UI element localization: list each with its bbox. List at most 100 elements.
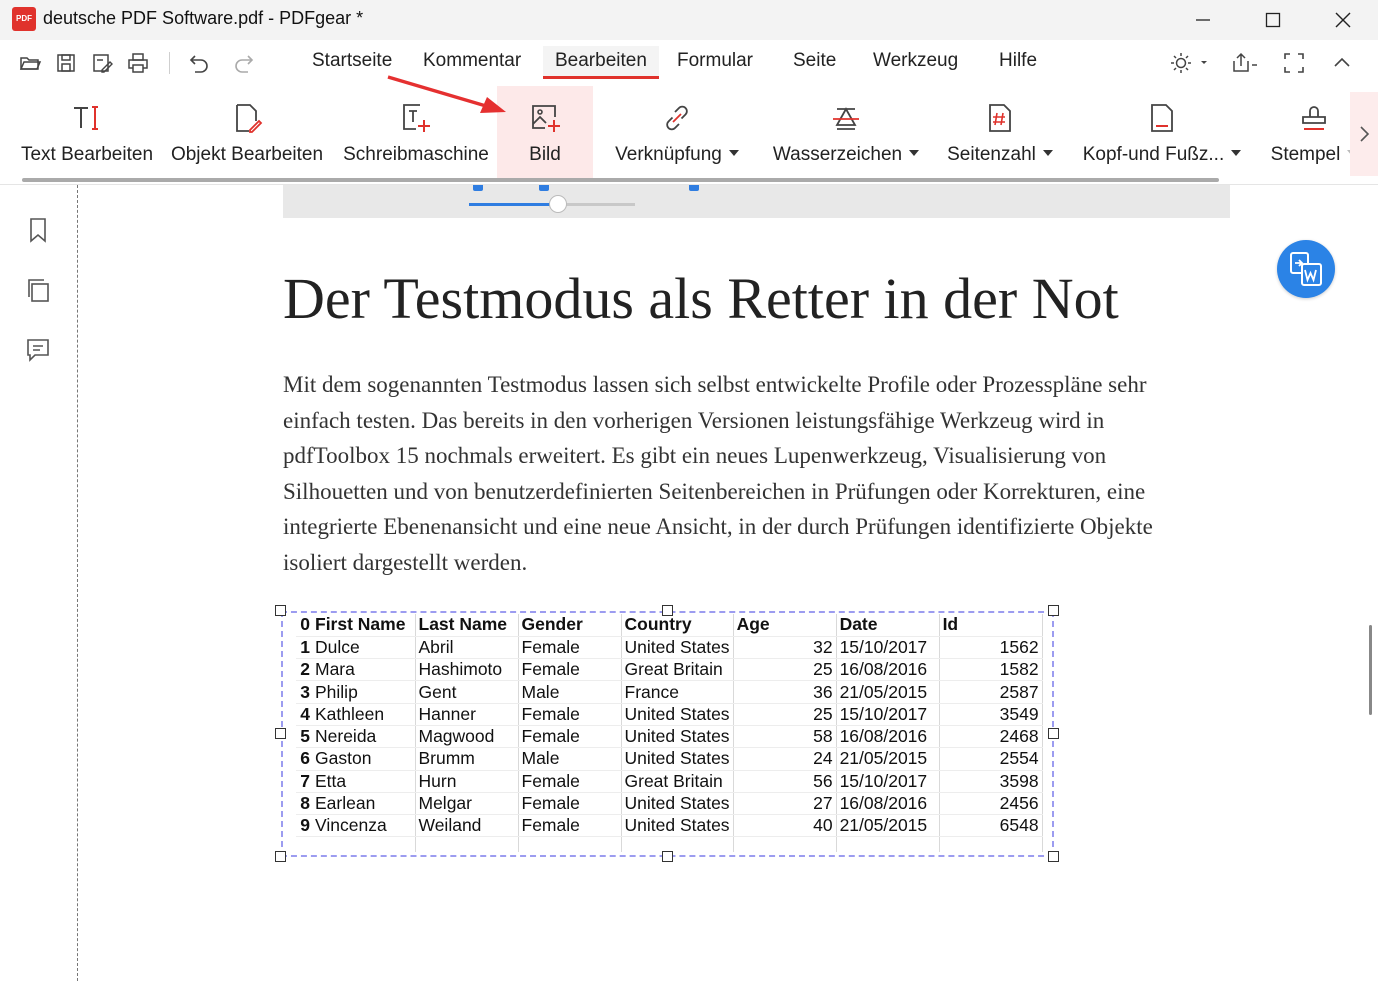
tab-hilfe[interactable]: Hilfe bbox=[999, 50, 1037, 72]
ribbon-scroll-right-button[interactable] bbox=[1350, 92, 1378, 176]
tab-kommentar[interactable]: Kommentar bbox=[423, 50, 521, 72]
table-cell: Female bbox=[518, 725, 622, 749]
text-edit-label: Text Bearbeiten bbox=[20, 144, 154, 165]
table-header-cell: Country bbox=[621, 614, 734, 637]
page-number-tool[interactable]: Seitenzahl bbox=[940, 86, 1060, 178]
page-number-icon bbox=[982, 100, 1018, 136]
link-tool[interactable]: Verknüpfung bbox=[602, 86, 752, 178]
redo-button[interactable] bbox=[231, 50, 257, 76]
table-cell: France bbox=[621, 680, 734, 704]
table-cell: 1582 bbox=[939, 658, 1043, 682]
table-cell: 2456 bbox=[939, 792, 1043, 816]
comments-panel-button[interactable] bbox=[24, 336, 52, 364]
slider-fill bbox=[469, 203, 557, 206]
resize-handle-bottom[interactable] bbox=[662, 851, 673, 862]
tab-bearbeiten[interactable]: Bearbeiten bbox=[555, 50, 647, 72]
object-edit-tool[interactable]: Objekt Bearbeiten bbox=[164, 86, 330, 178]
theme-button[interactable] bbox=[1167, 50, 1211, 76]
document-view[interactable]: Der Testmodus als Retter in der Not Mit … bbox=[79, 185, 1378, 981]
open-button[interactable] bbox=[17, 50, 43, 76]
bookmark-panel-button[interactable] bbox=[24, 216, 52, 244]
embedded-screenshot-fragment bbox=[283, 185, 1230, 218]
table-cell: 36 bbox=[733, 680, 837, 704]
convert-to-word-button[interactable] bbox=[1277, 240, 1335, 298]
table-header-cell: Id bbox=[939, 614, 1043, 637]
table-cell: 9 bbox=[296, 814, 312, 838]
table-cell: Weiland bbox=[415, 814, 519, 838]
table-header-cell: Date bbox=[836, 614, 940, 637]
save-icon bbox=[57, 54, 75, 72]
vertical-scrollbar[interactable] bbox=[1369, 625, 1372, 715]
table-cell: 7 bbox=[296, 770, 312, 793]
table-cell: 15/10/2017 bbox=[836, 636, 940, 660]
fullscreen-icon bbox=[1284, 53, 1304, 73]
ribbon-scrollbar[interactable] bbox=[22, 178, 1219, 182]
close-button[interactable] bbox=[1308, 0, 1378, 40]
chevron-down-icon bbox=[728, 149, 739, 156]
folder-open-icon bbox=[19, 57, 42, 70]
save-button[interactable] bbox=[53, 50, 79, 76]
table-cell: 3 bbox=[296, 680, 312, 704]
pdfgear-logo-icon: PDF bbox=[12, 7, 36, 31]
resize-handle-top[interactable] bbox=[662, 605, 673, 616]
pdf-to-word-icon bbox=[1290, 252, 1322, 286]
print-button[interactable] bbox=[125, 50, 151, 76]
table-header-cell: Gender bbox=[518, 614, 622, 637]
typewriter-tool[interactable]: Schreibmaschine bbox=[338, 86, 494, 178]
table-cell: 27 bbox=[733, 792, 837, 816]
table-cell: 16/08/2016 bbox=[836, 725, 940, 749]
sun-icon bbox=[1171, 53, 1207, 73]
slider-fragment bbox=[469, 195, 635, 213]
header-footer-icon bbox=[1144, 100, 1180, 136]
tab-formular[interactable]: Formular bbox=[677, 50, 753, 72]
table-image[interactable]: 0 First Name Last Name Gender Country Ag… bbox=[296, 614, 1053, 852]
table-cell: Female bbox=[518, 703, 622, 726]
watermark-tool[interactable]: Wasserzeichen bbox=[764, 86, 928, 178]
maximize-button[interactable] bbox=[1238, 0, 1308, 40]
table-cell: Brumm bbox=[415, 747, 519, 771]
watermark-label: Wasserzeichen bbox=[764, 144, 928, 166]
resize-handle-top-left[interactable] bbox=[275, 605, 286, 616]
tab-startseite[interactable]: Startseite bbox=[312, 50, 392, 72]
table-cell: 5 bbox=[296, 725, 312, 749]
table-cell: Mara bbox=[312, 658, 416, 682]
save-as-button[interactable] bbox=[89, 50, 115, 76]
table-cell: Magwood bbox=[415, 725, 519, 749]
table-header-cell: Last Name bbox=[415, 614, 519, 637]
edit-ribbon: Text Bearbeiten Objekt Bearbeiten Schrei… bbox=[0, 86, 1378, 184]
table-cell-empty bbox=[836, 836, 940, 852]
resize-handle-top-right[interactable] bbox=[1048, 605, 1059, 616]
tab-werkzeug[interactable]: Werkzeug bbox=[873, 50, 958, 72]
minimize-button[interactable] bbox=[1168, 0, 1238, 40]
link-label: Verknüpfung bbox=[602, 144, 752, 166]
body-paragraph: Mit dem sogenannten Testmodus lassen sic… bbox=[283, 372, 1153, 575]
table-cell-empty bbox=[415, 836, 519, 852]
resize-handle-bottom-left[interactable] bbox=[275, 851, 286, 862]
table-row: 6 Gaston Brumm Male United States 24 21/05/201… bbox=[296, 747, 1043, 771]
active-tab-indicator bbox=[543, 76, 659, 79]
thumbnails-panel-button[interactable] bbox=[24, 276, 52, 304]
table-cell: Melgar bbox=[415, 792, 519, 816]
resize-handle-right[interactable] bbox=[1048, 728, 1059, 739]
table-cell-empty bbox=[296, 836, 312, 852]
object-edit-label: Objekt Bearbeiten bbox=[170, 144, 324, 165]
image-tool[interactable]: Bild bbox=[497, 86, 593, 178]
collapse-ribbon-button[interactable] bbox=[1329, 50, 1355, 76]
header-footer-tool[interactable]: Kopf-und Fußz... bbox=[1074, 86, 1250, 178]
chevron-right-icon bbox=[1360, 126, 1370, 142]
fullscreen-button[interactable] bbox=[1281, 50, 1307, 76]
checkbox-fragment bbox=[689, 185, 699, 191]
table-cell: 4 bbox=[296, 703, 312, 726]
table-cell: 2468 bbox=[939, 725, 1043, 749]
title-bar: PDF deutsche PDF Software.pdf - PDFgear … bbox=[0, 0, 1378, 40]
table-cell-empty bbox=[939, 836, 1043, 852]
resize-handle-bottom-right[interactable] bbox=[1048, 851, 1059, 862]
table-row: 3 Philip Gent Male France 36 21/05/2015 2587 bbox=[296, 680, 1043, 704]
text-edit-tool[interactable]: Text Bearbeiten bbox=[14, 86, 160, 178]
tab-seite[interactable]: Seite bbox=[793, 50, 836, 72]
table-row: 9 Vincenza Weiland Female United States 40 21/… bbox=[296, 814, 1043, 838]
share-button[interactable] bbox=[1229, 50, 1261, 76]
resize-handle-left[interactable] bbox=[275, 728, 286, 739]
table-cell: 21/05/2015 bbox=[836, 747, 940, 771]
undo-button[interactable] bbox=[186, 50, 212, 76]
